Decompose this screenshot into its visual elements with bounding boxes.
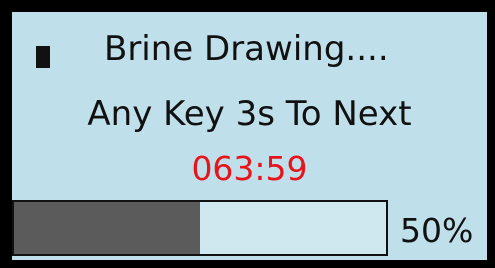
lcd-screen: Brine Drawing.... Any Key 3s To Next 063… [12,12,487,260]
progress-bar-fill [14,202,200,254]
display-frame: Brine Drawing.... Any Key 3s To Next 063… [0,0,495,268]
status-title: Brine Drawing.... [104,29,389,69]
status-title-row: Brine Drawing.... [12,22,487,74]
progress-percentage: 50% [400,211,474,250]
countdown-timer: 063:59 [191,149,308,188]
progress-bar [12,200,388,256]
square-indicator-icon [36,46,50,68]
instruction-text: Any Key 3s To Next [87,94,412,134]
